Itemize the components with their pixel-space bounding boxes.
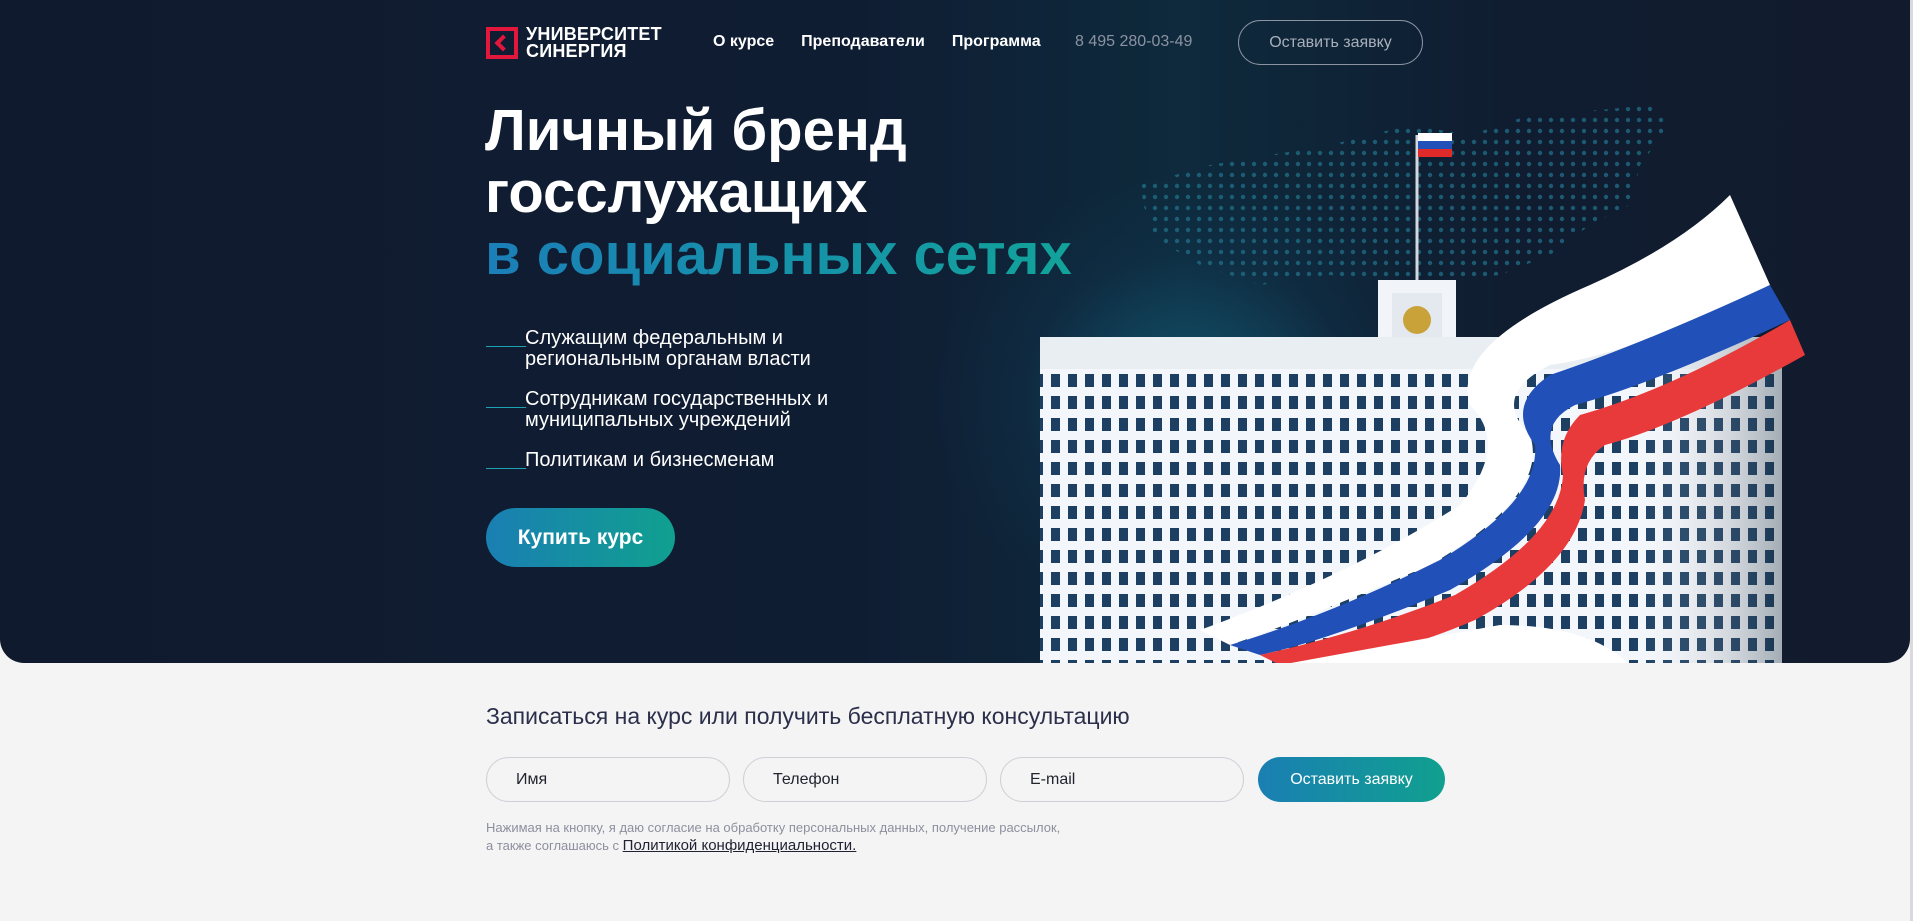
nav-program[interactable]: Программа (952, 33, 1041, 51)
consent-line-2: а также соглашаюсь с Политикой конфиденц… (486, 837, 1146, 855)
audience-item-line-1: Сотрудникам государственных и (525, 388, 829, 410)
name-input[interactable] (486, 757, 730, 802)
audience-list: Служащим федеральным и региональным орга… (486, 328, 906, 490)
logo-text: УНИВЕРСИТЕТ СИНЕРГИЯ (526, 25, 662, 61)
logo-mark-icon (486, 27, 518, 59)
government-building-illustration (1040, 105, 1805, 663)
russian-flag-icon (1418, 133, 1452, 157)
submit-request-button[interactable]: Оставить заявку (1258, 757, 1445, 802)
consent-text: Нажимая на кнопку, я даю согласие на обр… (486, 819, 1146, 855)
audience-item: Сотрудникам государственных и муниципаль… (486, 389, 906, 431)
consent-line-2-text: а также соглашаюсь с (486, 838, 620, 853)
buy-course-button[interactable]: Купить курс (486, 508, 675, 567)
audience-item-line-1: Служащим федеральным и (525, 327, 783, 349)
consent-line-1: Нажимая на кнопку, я даю согласие на обр… (486, 820, 1061, 835)
dotted-map (1140, 105, 1670, 285)
hero-title: Личный бренд госслужащих в социальных се… (485, 100, 1072, 286)
audience-item: Служащим федеральным и региональным орга… (486, 328, 906, 370)
phone-number[interactable]: 8 495 280-03-49 (1075, 33, 1192, 51)
coat-of-arms-icon (1403, 306, 1431, 334)
nav-teachers[interactable]: Преподаватели (801, 33, 925, 51)
hero-title-line-3: в социальных сетях (485, 222, 1072, 287)
audience-item: Политикам и бизнесменам (486, 450, 906, 471)
hero-section: УНИВЕРСИТЕТ СИНЕРГИЯ О курсе Преподавате… (0, 0, 1910, 663)
hero-title-line-1: Личный бренд (485, 98, 907, 163)
hero-title-line-2: госслужащих (485, 160, 868, 225)
email-input[interactable] (1000, 757, 1244, 802)
logo[interactable]: УНИВЕРСИТЕТ СИНЕРГИЯ (486, 25, 662, 61)
logo-line-2: СИНЕРГИЯ (526, 41, 627, 61)
main-nav: О курсе Преподаватели Программа (713, 33, 1041, 51)
nav-about[interactable]: О курсе (713, 33, 774, 51)
audience-item-line-2: муниципальных учреждений (525, 409, 791, 431)
privacy-policy-link[interactable]: Политикой конфиденциальности. (623, 837, 857, 854)
audience-item-line-1: Политикам и бизнесменам (525, 449, 775, 471)
audience-item-line-2: региональным органам власти (525, 348, 811, 370)
header-request-button[interactable]: Оставить заявку (1238, 20, 1423, 65)
form-title: Записаться на курс или получить бесплатн… (486, 703, 1130, 729)
phone-input[interactable] (743, 757, 987, 802)
